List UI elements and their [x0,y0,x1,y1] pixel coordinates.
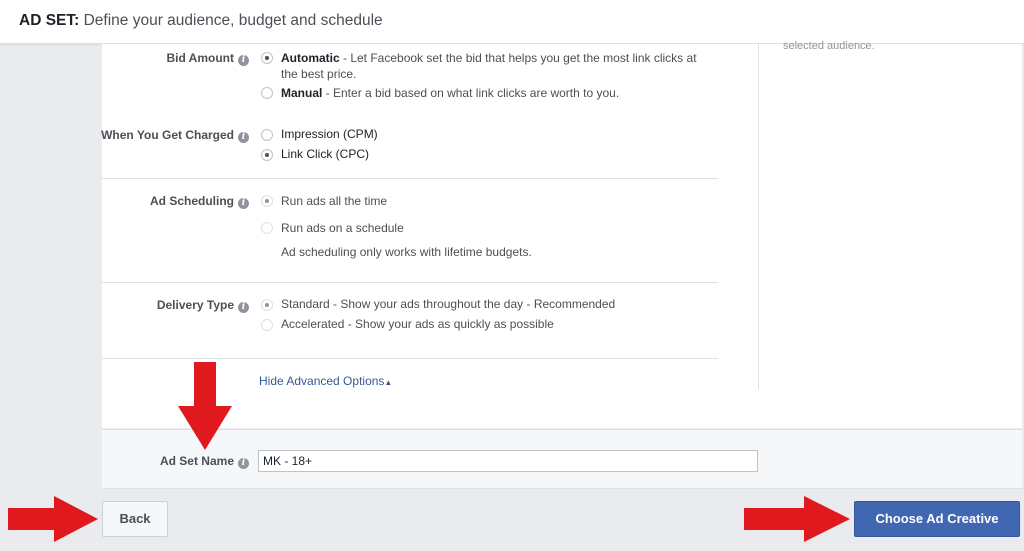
red-arrow-right [8,496,98,542]
info-icon[interactable]: i [238,458,249,469]
page-title: AD SET: Define your audience, budget and… [19,12,383,30]
page-header: AD SET: Define your audience, budget and… [0,0,1024,44]
bid-automatic-desc: - Let Facebook set the bid that helps yo… [339,51,697,65]
delivery-accelerated-title: Accelerated [281,317,345,331]
delivery-accelerated-option[interactable]: Accelerated - Show your ads as quickly a… [281,317,554,331]
choose-ad-creative-button[interactable]: Choose Ad Creative [854,501,1020,537]
delivery-label-text: Delivery Type [156,298,234,312]
charged-cpm-radio[interactable] [261,129,273,141]
charged-label-text: When You Get Charged [101,128,234,142]
bid-automatic-title: Automatic [281,51,340,65]
charged-cpc-radio[interactable] [261,149,273,161]
title-prefix: AD SET: [19,12,80,29]
bid-automatic-desc-cont: the best price. [281,67,356,81]
charged-cpm-option[interactable]: Impression (CPM) [281,127,378,141]
bid-manual-option[interactable]: Manual - Enter a bid based on what link … [281,86,619,100]
red-arrow-down [178,362,232,450]
scheduling-label: Ad Scheduling i [150,194,249,209]
ad-set-name-label-text: Ad Set Name [159,454,234,468]
delivery-standard-option[interactable]: Standard - Show your ads throughout the … [281,297,615,311]
info-icon[interactable]: i [238,302,249,313]
schedule-always-radio[interactable] [261,195,273,207]
bid-amount-label: Bid Amount i [166,51,249,66]
bid-amount-label-text: Bid Amount [166,51,234,65]
bid-automatic-option[interactable]: Automatic - Let Facebook set the bid tha… [281,51,697,65]
delivery-label: Delivery Type i [157,298,249,313]
schedule-always-option[interactable]: Run ads all the time [281,194,387,208]
ad-set-name-label: Ad Set Name i [160,454,249,469]
schedule-custom-radio[interactable] [261,222,273,234]
info-icon[interactable]: i [238,198,249,209]
title-text: Define your audience, budget and schedul… [79,12,383,29]
bid-manual-title: Manual [281,86,323,100]
audience-summary-column [758,44,1022,389]
section-divider [102,358,718,359]
scheduling-note: Ad scheduling only works with lifetime b… [281,245,532,259]
bid-automatic-radio[interactable] [261,52,273,64]
delivery-accelerated-desc: - Show your ads as quickly as possible [344,317,554,331]
bid-automatic-desc2: the best price. [281,67,357,81]
delivery-standard-radio[interactable] [261,299,273,311]
audience-summary-text: selected audience. [783,40,875,52]
red-arrow-right [744,496,850,542]
charged-label: When You Get Charged i [101,128,249,143]
delivery-standard-title: Standard [281,297,330,311]
delivery-standard-desc: - Show your ads throughout the day - Rec… [329,297,616,311]
charged-cpc-option[interactable]: Link Click (CPC) [281,147,369,161]
bid-manual-radio[interactable] [261,87,273,99]
scheduling-label-text: Ad Scheduling [150,194,234,208]
bid-manual-desc: - Enter a bid based on what link clicks … [322,86,620,100]
info-icon[interactable]: i [238,55,249,66]
schedule-custom-option[interactable]: Run ads on a schedule [281,221,404,235]
ad-set-name-input[interactable] [258,450,758,472]
caret-up-icon: ▲ [384,378,393,387]
hide-advanced-options-link[interactable]: Hide Advanced Options▲ [259,374,392,388]
delivery-accelerated-radio[interactable] [261,319,273,331]
hide-advanced-options-text: Hide Advanced Options [259,374,385,388]
section-divider [102,178,718,179]
info-icon[interactable]: i [238,132,249,143]
back-button[interactable]: Back [102,501,168,537]
section-divider [102,282,718,283]
